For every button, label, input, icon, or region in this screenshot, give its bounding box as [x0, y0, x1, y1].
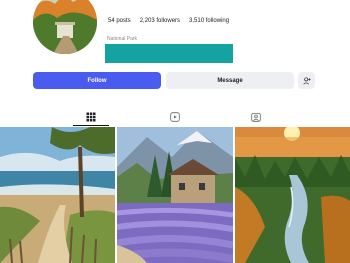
- profile-category: National Park: [107, 36, 138, 42]
- grid-icon: [86, 112, 96, 122]
- message-button[interactable]: Message: [166, 72, 294, 89]
- profile-avatar[interactable]: [33, 0, 97, 54]
- river-sunset-image: [235, 127, 350, 263]
- post-thumbnail[interactable]: [117, 127, 233, 263]
- photo-grid: [0, 127, 350, 263]
- tab-tagged[interactable]: [198, 108, 314, 126]
- bio-banner: [105, 44, 233, 63]
- add-person-button[interactable]: [298, 72, 315, 89]
- profile-tabs: [0, 108, 350, 126]
- posts-count: 54 posts: [108, 18, 131, 24]
- following-count[interactable]: 3,510 following: [189, 18, 229, 24]
- cottage-image: [117, 127, 233, 263]
- add-person-icon: [302, 76, 311, 84]
- post-thumbnail[interactable]: [235, 127, 350, 263]
- beach-image: [0, 127, 115, 263]
- reels-icon: [170, 112, 180, 122]
- avatar-image: [33, 0, 97, 54]
- profile-stats: 54 posts 2,203 followers 3,510 following: [108, 18, 229, 24]
- tagged-icon: [251, 113, 261, 122]
- follow-button[interactable]: Follow: [33, 72, 161, 89]
- followers-count[interactable]: 2,203 followers: [140, 18, 180, 24]
- post-thumbnail[interactable]: [0, 127, 115, 263]
